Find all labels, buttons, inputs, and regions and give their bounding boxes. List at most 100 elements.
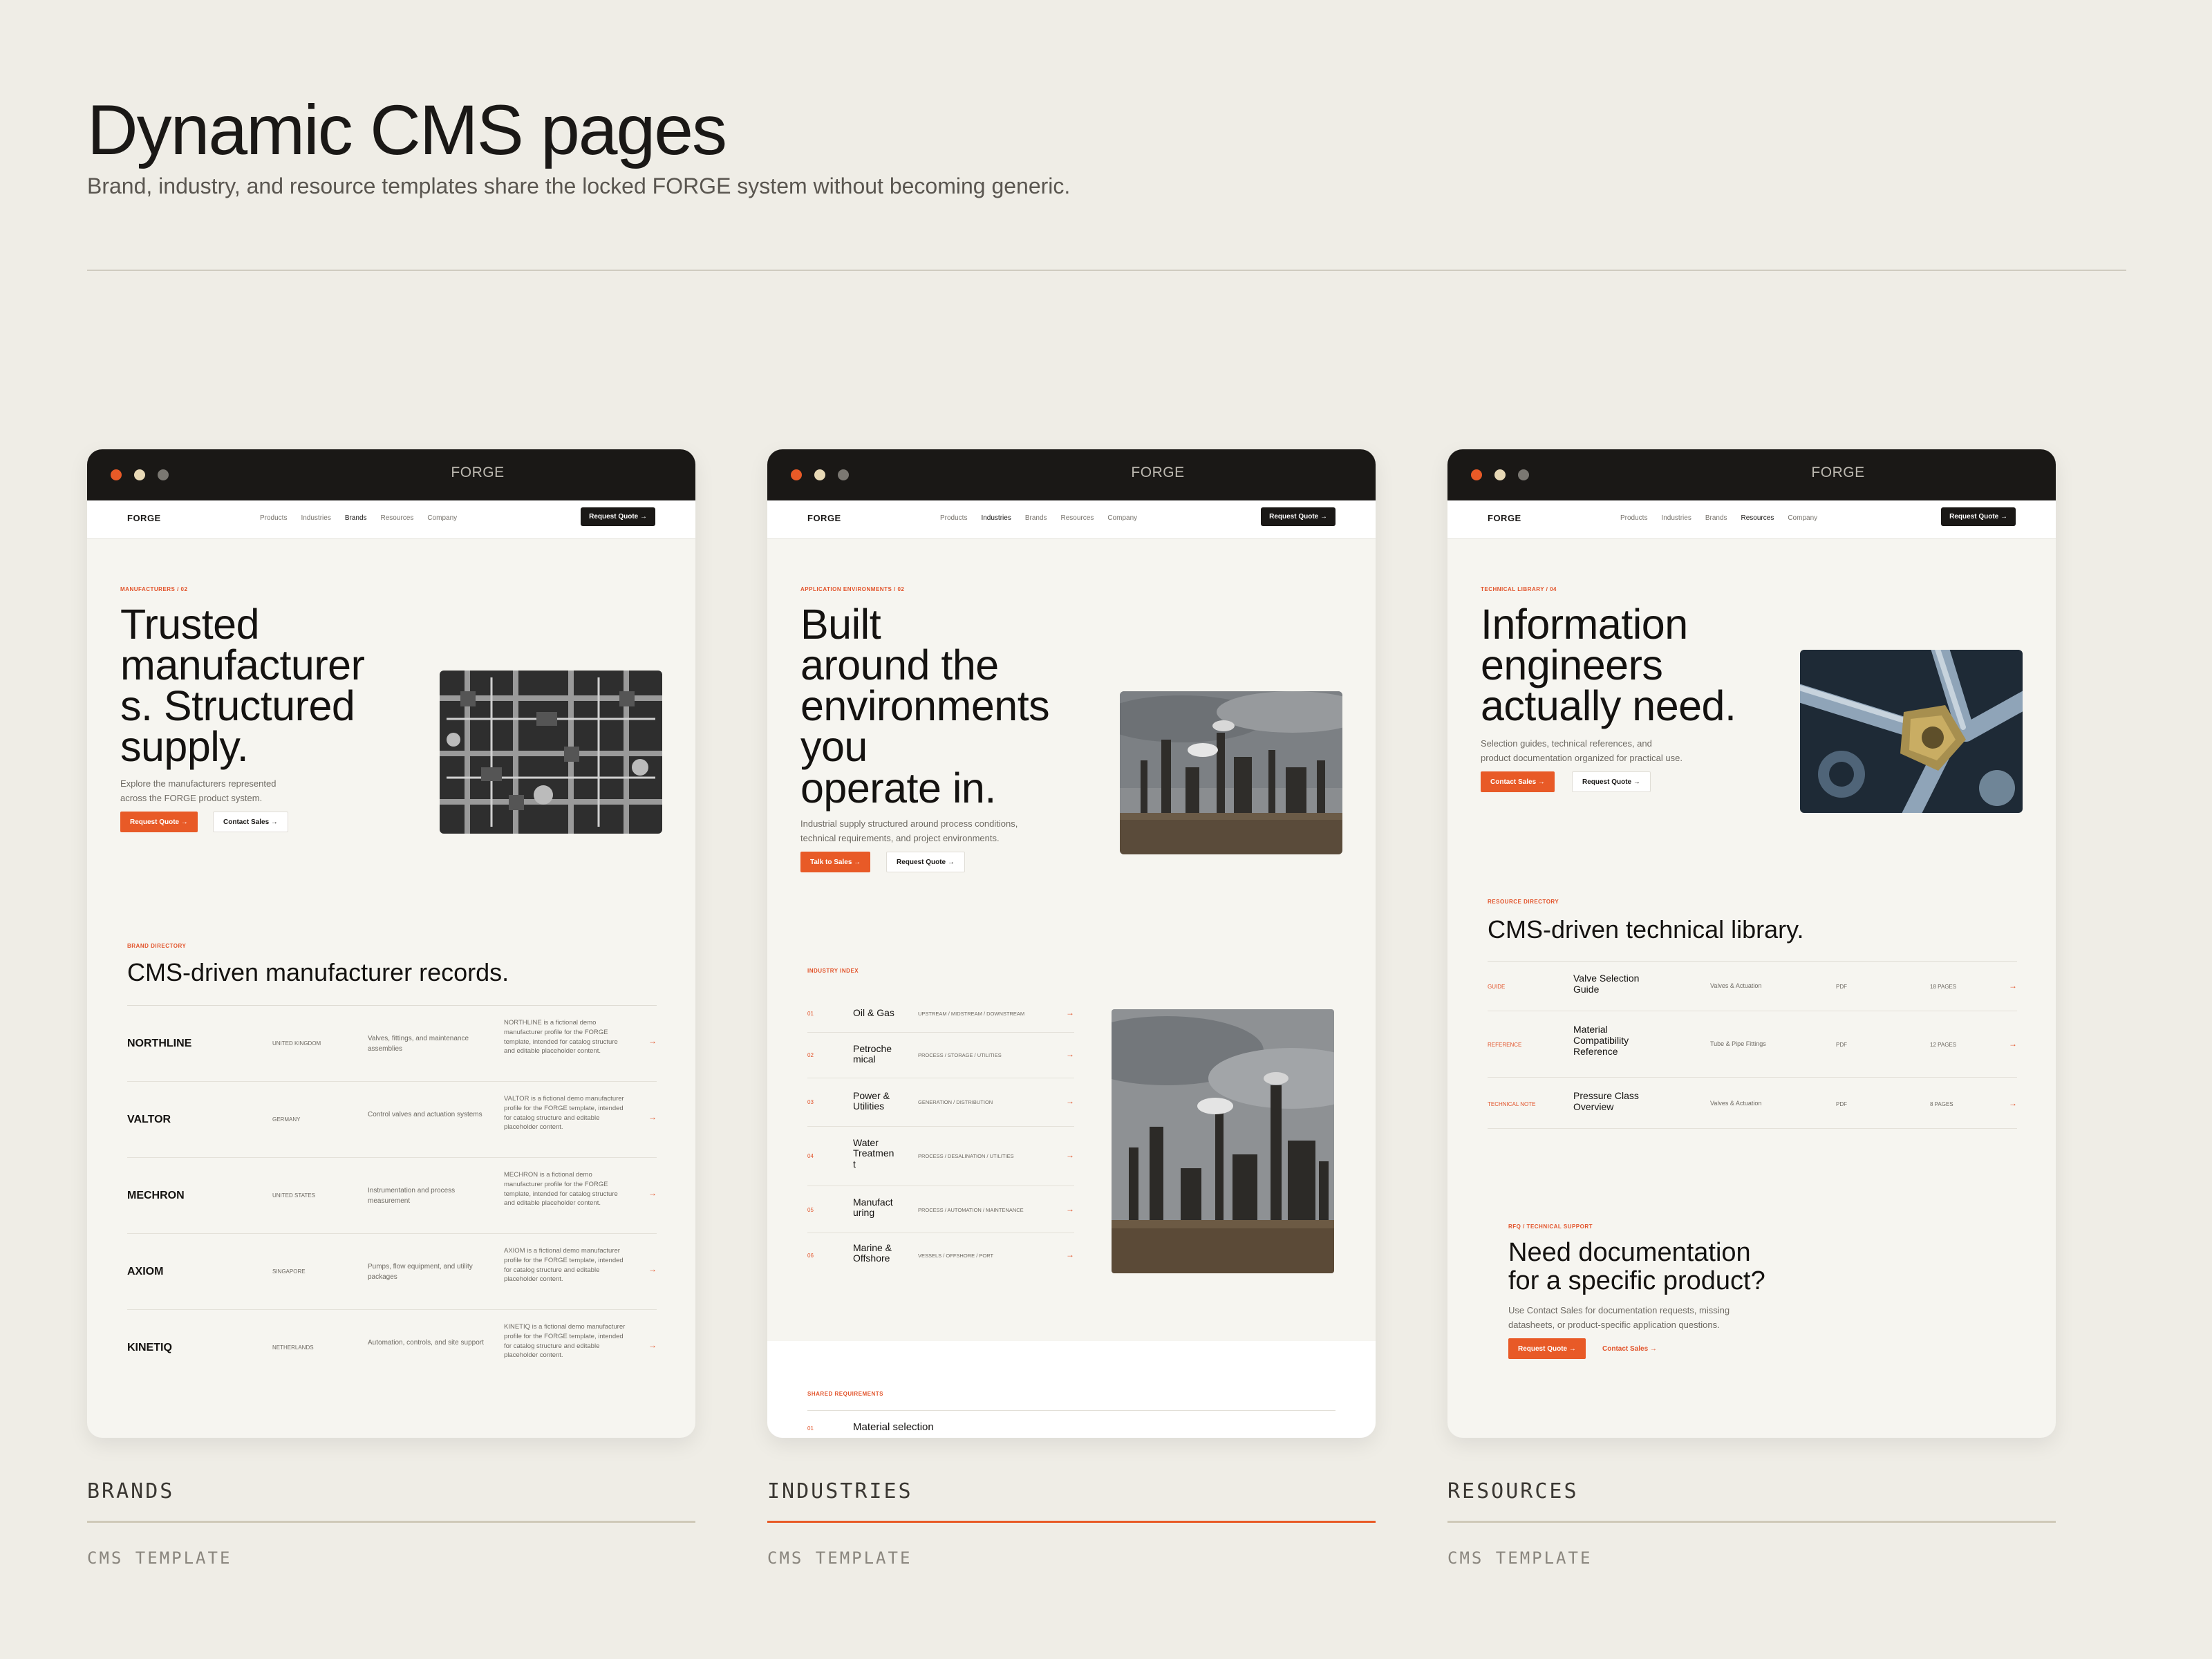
brand-name: AXIOM: [127, 1266, 164, 1277]
shared-requirements-section: SHARED REQUIREMENTS 01 Material selectio…: [767, 1341, 1376, 1438]
cta-eyebrow: RFQ / TECHNICAL SUPPORT: [1508, 1224, 1593, 1230]
industry-tags: VESSELS / OFFSHORE / PORT: [918, 1253, 994, 1259]
nav-link-products[interactable]: Products: [260, 514, 287, 522]
table-row[interactable]: TECHNICAL NOTE Pressure Class Overview V…: [1488, 1078, 2017, 1129]
talk-to-sales-button[interactable]: Talk to Sales →: [800, 852, 871, 872]
arrow-right-icon[interactable]: →: [2009, 981, 2017, 991]
list-item[interactable]: 04 Water Treatmen t PROCESS / DESALINATI…: [807, 1127, 1074, 1186]
arrow-right-icon[interactable]: →: [648, 1264, 657, 1274]
nav-link-products[interactable]: Products: [940, 514, 967, 522]
arrow-right-icon[interactable]: →: [1066, 1096, 1074, 1106]
table-row[interactable]: VALTOR GERMANY Control valves and actuat…: [127, 1082, 657, 1158]
table-row[interactable]: KINETIQ NETHERLANDS Automation, controls…: [127, 1310, 657, 1386]
industry-number: 05: [807, 1207, 814, 1213]
hero-title-line: s. Structured: [120, 682, 355, 730]
arrow-right-icon[interactable]: →: [2009, 1098, 2017, 1108]
resources-site: FORGE Products Industries Brands Resourc…: [1447, 500, 2056, 1438]
request-quote-button[interactable]: Request Quote →: [886, 852, 965, 872]
directory-title: CMS-driven technical library.: [1488, 915, 1804, 944]
nav-link-brands[interactable]: Brands: [1025, 514, 1047, 522]
nav-link-industries[interactable]: Industries: [301, 514, 330, 522]
site-logo[interactable]: FORGE: [1488, 513, 1521, 523]
hero-title-line: engineers: [1481, 641, 1663, 689]
resource-format: PDF: [1836, 1042, 1847, 1048]
nav-link-products[interactable]: Products: [1620, 514, 1647, 522]
nav-link-resources[interactable]: Resources: [381, 514, 414, 522]
table-row[interactable]: MECHRON UNITED STATES Instrumentation an…: [127, 1158, 657, 1234]
arrow-right-icon[interactable]: →: [1066, 1204, 1074, 1214]
nav-link-brands[interactable]: Brands: [1705, 514, 1727, 522]
brand-country: NETHERLANDS: [272, 1344, 314, 1351]
page-subtitle: Brand, industry, and resource templates …: [87, 174, 1071, 199]
nav-links: Products Industries Brands Resources Com…: [940, 514, 1137, 522]
index-eyebrow: INDUSTRY INDEX: [807, 968, 859, 974]
arrow-right-icon[interactable]: →: [648, 1036, 657, 1046]
hero-title-line: around the: [800, 641, 999, 689]
table-row[interactable]: NORTHLINE UNITED KINGDOM Valves, fitting…: [127, 1006, 657, 1082]
window-titlebar: FORGE: [767, 449, 1376, 500]
list-item[interactable]: 01 Oil & Gas UPSTREAM / MIDSTREAM / DOWN…: [807, 995, 1074, 1033]
arrow-right-icon[interactable]: →: [1066, 1250, 1074, 1259]
cta-text-line: Use Contact Sales for documentation requ…: [1508, 1305, 1730, 1315]
request-quote-button[interactable]: Request Quote →: [581, 507, 655, 526]
industry-name-line: mical: [853, 1053, 876, 1065]
list-item[interactable]: 06 Marine & Offshore VESSELS / OFFSHORE …: [807, 1233, 1074, 1279]
nav-link-resources[interactable]: Resources: [1061, 514, 1094, 522]
arrow-right-icon[interactable]: →: [648, 1112, 657, 1122]
table-row[interactable]: GUIDE Valve Selection Guide Valves & Act…: [1488, 962, 2017, 1011]
arrow-right-icon[interactable]: →: [1066, 1008, 1074, 1018]
industry-name-line: Marine &: [853, 1242, 892, 1253]
brand-country: SINGAPORE: [272, 1268, 306, 1275]
arrow-right-icon[interactable]: →: [1066, 1150, 1074, 1160]
table-row[interactable]: AXIOM SINGAPORE Pumps, flow equipment, a…: [127, 1234, 657, 1310]
contact-sales-button[interactable]: Contact Sales →: [213, 812, 288, 832]
nav-link-company[interactable]: Company: [1107, 514, 1137, 522]
valves-illustration: [1800, 650, 2023, 813]
resources-sublabel: CMS TEMPLATE: [1447, 1548, 1593, 1568]
resources-preview-window: FORGE FORGE Products Industries Brands R…: [1447, 449, 2056, 1438]
request-quote-button[interactable]: Request Quote →: [1572, 771, 1651, 792]
table-row[interactable]: REFERENCE Material Compatibility Referen…: [1488, 1011, 2017, 1078]
shared-eyebrow: SHARED REQUIREMENTS: [807, 1391, 883, 1397]
list-item[interactable]: 02 Petroche mical PROCESS / STORAGE / UT…: [807, 1033, 1074, 1078]
hero-eyebrow: TECHNICAL LIBRARY / 04: [1481, 586, 1557, 592]
contact-sales-button[interactable]: Contact Sales →: [1481, 771, 1555, 792]
list-item[interactable]: 03 Power & Utilities GENERATION / DISTRI…: [807, 1078, 1074, 1127]
hero-title: Built around the environments you operat…: [800, 603, 1118, 809]
industries-underline: [767, 1521, 1376, 1523]
contact-sales-link[interactable]: Contact Sales →: [1598, 1338, 1661, 1359]
hero-text-line: Industrial supply structured around proc…: [800, 818, 1018, 829]
industry-name: Water Treatmen t: [853, 1137, 894, 1170]
request-quote-button[interactable]: Request Quote →: [1261, 507, 1335, 526]
request-quote-button[interactable]: Request Quote →: [1941, 507, 2016, 526]
nav-link-company[interactable]: Company: [427, 514, 457, 522]
hero-description: Industrial supply structured around proc…: [800, 817, 1077, 846]
industries-site: FORGE Products Industries Brands Resourc…: [767, 500, 1376, 1438]
nav-link-company[interactable]: Company: [1788, 514, 1817, 522]
hero-image-valves: [1800, 650, 2023, 813]
directory-eyebrow: RESOURCE DIRECTORY: [1488, 899, 1559, 905]
arrow-right-icon[interactable]: →: [648, 1188, 657, 1198]
nav-link-brands[interactable]: Brands: [345, 514, 367, 522]
cta-text-line: datasheets, or product-specific applicat…: [1508, 1319, 1720, 1330]
site-logo[interactable]: FORGE: [807, 513, 841, 523]
site-logo[interactable]: FORGE: [127, 513, 161, 523]
resource-pages: 12 PAGES: [1930, 1042, 1957, 1048]
request-quote-button[interactable]: Request Quote →: [1508, 1338, 1586, 1359]
hero-eyebrow: APPLICATION ENVIRONMENTS / 02: [800, 586, 905, 592]
industries-sublabel: CMS TEMPLATE: [767, 1548, 912, 1568]
nav-link-industries[interactable]: Industries: [1661, 514, 1691, 522]
hero-text-line: product documentation organized for prac…: [1481, 752, 1683, 763]
list-item[interactable]: 05 Manufact uring PROCESS / AUTOMATION /…: [807, 1186, 1074, 1233]
page-header: Dynamic CMS pages Brand, industry, and r…: [87, 90, 2126, 199]
arrow-right-icon[interactable]: →: [2009, 1039, 2017, 1049]
nav-link-industries[interactable]: Industries: [981, 514, 1011, 522]
brands-underline: [87, 1521, 695, 1523]
directory-title: CMS-driven manufacturer records.: [127, 958, 509, 986]
arrow-right-icon[interactable]: →: [1066, 1049, 1074, 1059]
industry-tags: GENERATION / DISTRIBUTION: [918, 1099, 993, 1105]
nav-link-resources[interactable]: Resources: [1741, 514, 1774, 522]
request-quote-button[interactable]: Request Quote →: [120, 812, 198, 832]
hero-title-line: actually need.: [1481, 682, 1736, 730]
arrow-right-icon[interactable]: →: [648, 1340, 657, 1350]
